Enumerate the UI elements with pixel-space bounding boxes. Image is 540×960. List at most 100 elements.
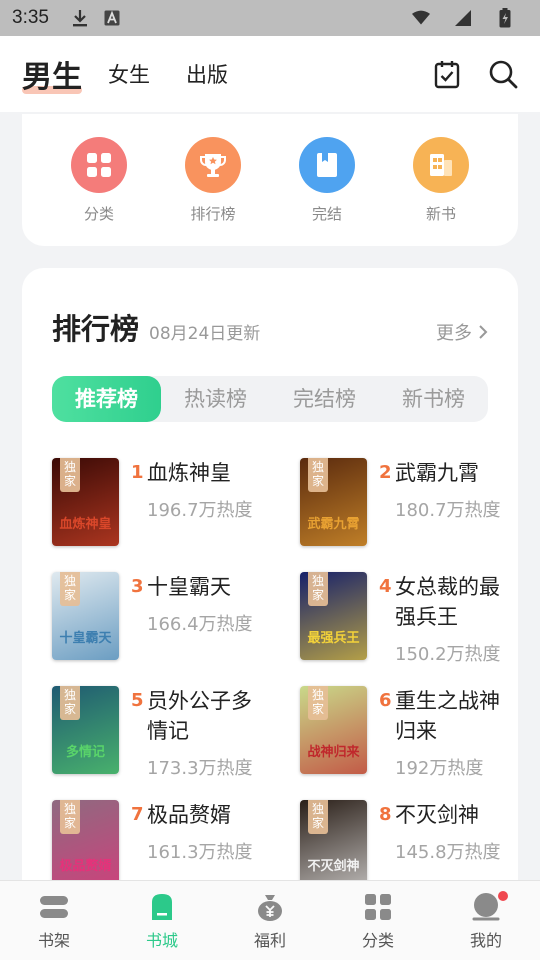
- segment-recommended[interactable]: 推荐榜: [52, 376, 161, 422]
- exclusive-badge: 独家: [60, 800, 80, 834]
- status-bar: 3:35: [0, 0, 540, 36]
- nav-label: 分类: [361, 930, 394, 950]
- book-name: 血炼神皇: [147, 461, 231, 485]
- book-info: 6 重生之战神归来 192万热度: [379, 686, 507, 779]
- quick-link-new[interactable]: 新书: [396, 136, 486, 224]
- book-info: 4 女总裁的最强兵王 150.2万热度: [379, 572, 507, 665]
- main-content[interactable]: 分类 排行榜 完结 新书 排行榜 08月24日更新 更多 推荐榜 热读榜 完结榜…: [0, 112, 540, 880]
- book-rank: 3: [131, 576, 144, 597]
- search-icon[interactable]: [488, 59, 518, 89]
- status-time: 3:35: [12, 7, 49, 28]
- nav-label: 书架: [37, 930, 70, 950]
- nav-welfare[interactable]: 福利: [230, 891, 310, 951]
- book-heat: 150.2万热度: [395, 644, 501, 665]
- book-name: 重生之战神归来: [395, 689, 500, 743]
- book-cover: 独家 极品赘婿: [52, 800, 119, 880]
- book-title-line: 5 员外公子多情记: [131, 686, 259, 746]
- cover-title: 多情记: [65, 745, 105, 760]
- tab-male[interactable]: 男生: [22, 52, 82, 96]
- book-info: 1 血炼神皇 196.7万热度: [131, 458, 259, 546]
- cover-title: 血炼神皇: [59, 517, 112, 532]
- segment-finished[interactable]: 完结榜: [270, 376, 379, 422]
- book-item[interactable]: 独家 血炼神皇 1 血炼神皇 196.7万热度: [52, 458, 300, 546]
- book-item[interactable]: 独家 武霸九霄 2 武霸九霄 180.7万热度: [300, 458, 501, 546]
- nav-bookstore[interactable]: 书城: [122, 891, 202, 951]
- nav-label: 福利: [253, 930, 286, 950]
- nav-label: 我的: [469, 930, 502, 950]
- ranking-more-link[interactable]: 更多: [436, 319, 488, 345]
- book-item[interactable]: 独家 战神归来 6 重生之战神归来 192万热度: [300, 686, 500, 779]
- book-item[interactable]: 独家 最强兵王 4 女总裁的最强兵王 150.2万热度: [300, 572, 501, 665]
- book-info: 5 员外公子多情记 173.3万热度: [131, 686, 259, 779]
- book-cover: 独家 最强兵王: [300, 572, 367, 660]
- quick-link-ranking[interactable]: 排行榜: [168, 136, 258, 224]
- book-title-line: 4 女总裁的最强兵王: [379, 572, 507, 632]
- bookmark-book-icon: [299, 136, 355, 193]
- book-title-line: 8 不灭剑神: [379, 800, 507, 830]
- category-icon: [362, 891, 394, 923]
- book-name: 极品赘婿: [147, 803, 231, 827]
- book-info: 8 不灭剑神 145.8万热度: [379, 800, 507, 880]
- money-bag-icon: [254, 891, 286, 923]
- book-cover: 独家 不灭剑神: [300, 800, 367, 880]
- cover-title: 武霸九霄: [307, 517, 360, 532]
- book-rank: 1: [131, 462, 144, 483]
- book-name: 十皇霸天: [147, 575, 231, 599]
- checkin-icon[interactable]: [432, 59, 462, 89]
- book-item[interactable]: 独家多情记 5 员外公子多情记 173.3万热度: [52, 686, 300, 779]
- book-list: 独家 血炼神皇 1 血炼神皇 196.7万热度 独家 武霸九霄 2 武霸九霄 180.7万热度 独家…: [52, 458, 501, 880]
- tab-publish[interactable]: 出版: [186, 59, 228, 89]
- book-info: 2 武霸九霄 180.7万热度: [379, 458, 507, 546]
- ranking-segment-control: 推荐榜 热读榜 完结榜 新书榜: [52, 376, 488, 422]
- cover-title: 十皇霸天: [59, 631, 112, 646]
- book-cover: 独家 武霸九霄: [300, 458, 367, 546]
- nav-profile[interactable]: 我的: [446, 890, 526, 951]
- segment-new[interactable]: 新书榜: [379, 376, 488, 422]
- book-rank: 6: [379, 690, 392, 711]
- book-item[interactable]: 独家 不灭剑神 8 不灭剑神 145.8万热度: [300, 800, 501, 880]
- wifi-icon: [412, 9, 430, 27]
- cover-title: 不灭剑神: [307, 859, 360, 874]
- nav-category[interactable]: 分类: [338, 891, 418, 951]
- ranking-header: 排行榜 08月24日更新 更多: [52, 306, 488, 348]
- book-title-line: 1 血炼神皇: [131, 458, 259, 488]
- exclusive-badge: 独家: [60, 572, 80, 606]
- new-book-icon: [413, 136, 469, 193]
- bookstore-icon: [146, 891, 178, 923]
- book-info: 7 极品赘婿 161.3万热度: [131, 800, 259, 880]
- book-title-line: 7 极品赘婿: [131, 800, 259, 830]
- tab-female[interactable]: 女生: [108, 59, 150, 89]
- trophy-icon: [185, 136, 241, 193]
- nav-bookshelf[interactable]: 书架: [14, 891, 94, 951]
- book-title-line: 3 十皇霸天: [131, 572, 259, 602]
- quick-link-label: 新书: [425, 204, 456, 223]
- book-heat: 180.7万热度: [395, 500, 501, 521]
- book-cover: 独家 十皇霸天: [52, 572, 119, 660]
- exclusive-badge: 独家: [308, 686, 328, 720]
- book-heat: 161.3万热度: [147, 842, 253, 863]
- quick-link-finished[interactable]: 完结: [282, 136, 372, 224]
- exclusive-badge: 独家: [60, 686, 80, 720]
- book-name: 女总裁的最强兵王: [395, 575, 500, 629]
- nav-label: 书城: [145, 930, 178, 950]
- cover-title: 最强兵王: [307, 631, 360, 646]
- book-rank: 2: [379, 462, 392, 483]
- quick-link-label: 排行榜: [190, 204, 236, 223]
- book-title-line: 6 重生之战神归来: [379, 686, 507, 746]
- category-grid-icon: [71, 136, 127, 193]
- signal-icon: [454, 9, 472, 27]
- segment-hot[interactable]: 热读榜: [161, 376, 270, 422]
- book-rank: 7: [131, 804, 144, 825]
- quick-link-category[interactable]: 分类: [54, 136, 144, 224]
- book-rank: 8: [379, 804, 392, 825]
- top-header: 男生 女生 出版: [0, 36, 540, 112]
- book-item[interactable]: 独家 十皇霸天 3 十皇霸天 166.4万热度: [52, 572, 300, 660]
- quick-link-label: 完结: [311, 204, 342, 223]
- exclusive-badge: 独家: [308, 458, 328, 492]
- book-item[interactable]: 独家 极品赘婿 7 极品赘婿 161.3万热度: [52, 800, 300, 880]
- book-title-line: 2 武霸九霄: [379, 458, 507, 488]
- notification-dot: [498, 890, 508, 901]
- book-name: 武霸九霄: [395, 461, 479, 485]
- book-cover: 独家 血炼神皇: [52, 458, 119, 546]
- more-label: 更多: [436, 323, 472, 344]
